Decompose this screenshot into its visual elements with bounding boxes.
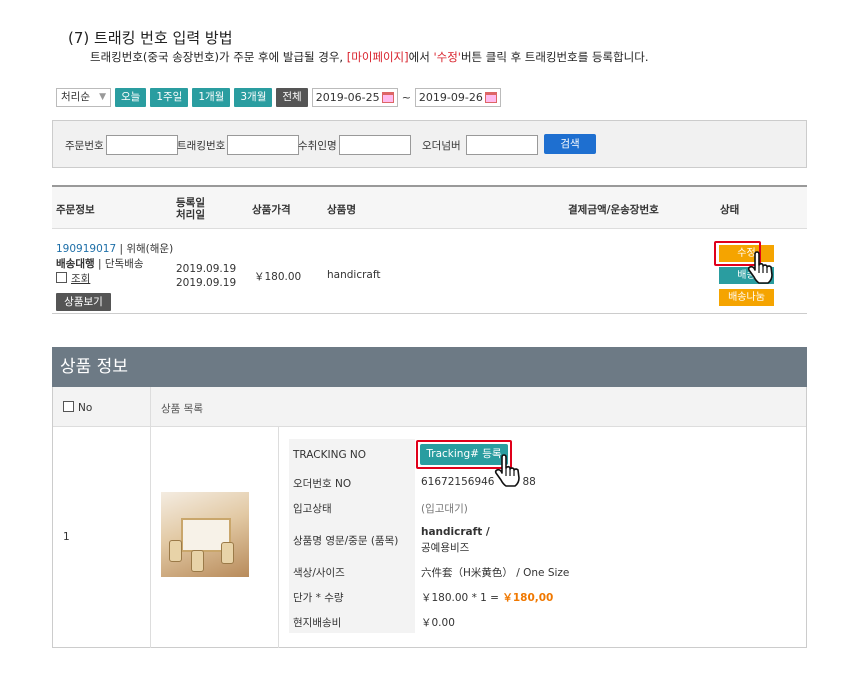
tracking-input[interactable] <box>227 135 300 155</box>
date-separator: ~ <box>401 91 411 104</box>
product-image-jar <box>191 550 204 572</box>
stock-status-value: (입고대기) <box>421 503 468 515</box>
product-info-subheader: No 상품 목록 <box>53 387 806 427</box>
product-category: 공예용비즈 <box>421 542 470 554</box>
order-id-link[interactable]: 190919017 <box>56 243 116 255</box>
calendar-icon[interactable] <box>381 92 394 103</box>
product-name-label: 상품명 영문/중문 (품목) <box>293 535 399 547</box>
processed-date: 2019.09.19 <box>176 277 237 289</box>
receiver-input[interactable] <box>338 135 411 155</box>
select-all-checkbox[interactable] <box>63 401 74 412</box>
registered-date: 2019.09.19 <box>176 263 237 275</box>
period-1week-button[interactable]: 1주일 <box>150 88 189 107</box>
order-table: 주문정보 등록일 처리일 상품가격 상품명 결제금액/운송장번호 상태 1909… <box>52 185 807 314</box>
split-ship-button[interactable]: 배송나눔 <box>719 289 774 306</box>
description-text: 버튼 클릭 후 트래킹번호를 등록합니다. <box>460 50 649 64</box>
date-from-value: 2019-06-25 <box>315 91 380 104</box>
order-type: | 위해(해운) <box>116 243 174 255</box>
tracking-label: TRACKING NO <box>293 449 367 461</box>
col-list-header: 상품 목록 <box>161 403 203 415</box>
color-size-value: 六件套（H米黄色） / One Size <box>421 567 570 579</box>
qty-value: ￥180.00 * 1 = ￥180,00 <box>421 590 553 605</box>
sort-select-value: 처리순 <box>61 91 90 103</box>
description-text: 에서 <box>408 50 434 64</box>
product-name-value: handicraft <box>327 269 381 281</box>
col-order-info: 주문정보 <box>56 204 95 216</box>
tracking-field: 트래킹번호 <box>177 135 300 155</box>
col-price: 상품가격 <box>252 204 291 216</box>
shipping-line: 배송대행 | 단독배송 <box>56 256 144 271</box>
order-id-line: 190919017 | 위해(해운) <box>56 241 173 256</box>
color-size-label: 색상/사이즈 <box>293 567 345 579</box>
shipping-type: | 단독배송 <box>94 258 144 270</box>
page-description: 트래킹번호(중국 송장번호)가 주문 후에 발급될 경우, [마이페이지]에서 … <box>90 49 649 65</box>
col-no-header: No <box>63 401 92 414</box>
col-status: 상태 <box>720 204 740 216</box>
pointer-hand-icon <box>494 454 520 487</box>
date-to-value: 2019-09-26 <box>418 91 483 104</box>
lookup-checkbox-row[interactable]: 조회 <box>56 271 90 286</box>
col-no-label: No <box>78 402 93 414</box>
filter-bar: 처리순 ▼ 오늘 1주일 1개월 3개월 전체 2019-06-25 ~ 2019… <box>56 88 501 107</box>
col-processed: 처리일 <box>176 209 205 221</box>
lookup-checkbox[interactable] <box>56 272 67 283</box>
product-image[interactable] <box>161 492 249 577</box>
order-table-header: 주문정보 등록일 처리일 상품가격 상품명 결제금액/운송장번호 상태 <box>52 187 807 229</box>
calendar-icon[interactable] <box>484 92 497 103</box>
order-no-field: 주문번호 <box>65 135 178 155</box>
col-product-name: 상품명 <box>327 204 356 216</box>
period-1month-button[interactable]: 1개월 <box>192 88 231 107</box>
row-number: 1 <box>63 531 70 543</box>
sort-select[interactable]: 처리순 ▼ <box>56 88 111 107</box>
qty-total: ￥180,00 <box>502 592 554 604</box>
divider <box>150 387 151 648</box>
product-image-jar <box>221 542 234 564</box>
receiver-label: 수취인명 <box>298 139 337 152</box>
shipping-agent: 배송대행 <box>56 258 95 270</box>
divider <box>278 427 279 648</box>
pointer-hand-icon <box>747 251 773 284</box>
order-no-number: 61672156946 <box>421 476 495 488</box>
edit-word-text: '수정' <box>433 50 461 64</box>
stock-status-label: 입고상태 <box>293 503 332 515</box>
period-today-button[interactable]: 오늘 <box>115 88 147 107</box>
order-no-label: 주문번호 <box>65 139 104 152</box>
period-3month-button[interactable]: 3개월 <box>234 88 273 107</box>
price-value: ￥180.00 <box>254 271 302 283</box>
description-text: 트래킹번호(중국 송장번호)가 주문 후에 발급될 경우, <box>90 50 347 64</box>
tracking-label: 트래킹번호 <box>177 139 226 152</box>
qty-expression: ￥180.00 * 1 = <box>421 592 499 604</box>
order-number-label: 오더넘버 <box>422 139 461 152</box>
view-product-button[interactable]: 상품보기 <box>56 293 111 311</box>
order-no-label: 오더번호 NO <box>293 478 352 490</box>
product-image-jar <box>169 540 182 562</box>
col-payment: 결제금액/운송장번호 <box>568 204 659 216</box>
product-name-en: handicraft / <box>421 526 490 538</box>
date-from-input[interactable]: 2019-06-25 <box>311 88 398 107</box>
order-number-field: 오더넘버 <box>422 135 538 155</box>
receiver-field: 수취인명 <box>298 135 411 155</box>
product-info-title: 상품 정보 <box>52 347 807 387</box>
lookup-label[interactable]: 조회 <box>71 273 90 285</box>
table-row: 190919017 | 위해(해운) 배송대행 | 단독배송 조회 상품보기 2… <box>52 229 807 316</box>
mypage-link-text: [마이페이지] <box>346 50 409 64</box>
local-shipping-value: ￥0.00 <box>421 617 455 629</box>
page-heading: (7) 트래킹 번호 입력 방법 <box>68 29 233 47</box>
order-number-input[interactable] <box>465 135 538 155</box>
date-to-input[interactable]: 2019-09-26 <box>414 88 501 107</box>
qty-label: 단가 * 수량 <box>293 592 344 604</box>
order-no-suffix: 88 <box>522 476 536 488</box>
product-info-panel: No 상품 목록 1 TRACKING NO Tracking# 등록 오더번호… <box>52 387 807 648</box>
search-button[interactable]: 검색 <box>544 134 596 154</box>
search-panel: 주문번호 트래킹번호 수취인명 오더넘버 검색 <box>52 120 807 168</box>
chevron-down-icon: ▼ <box>99 92 106 102</box>
period-all-button[interactable]: 전체 <box>276 88 308 107</box>
local-shipping-label: 현지배송비 <box>293 617 342 629</box>
order-no-input[interactable] <box>105 135 178 155</box>
